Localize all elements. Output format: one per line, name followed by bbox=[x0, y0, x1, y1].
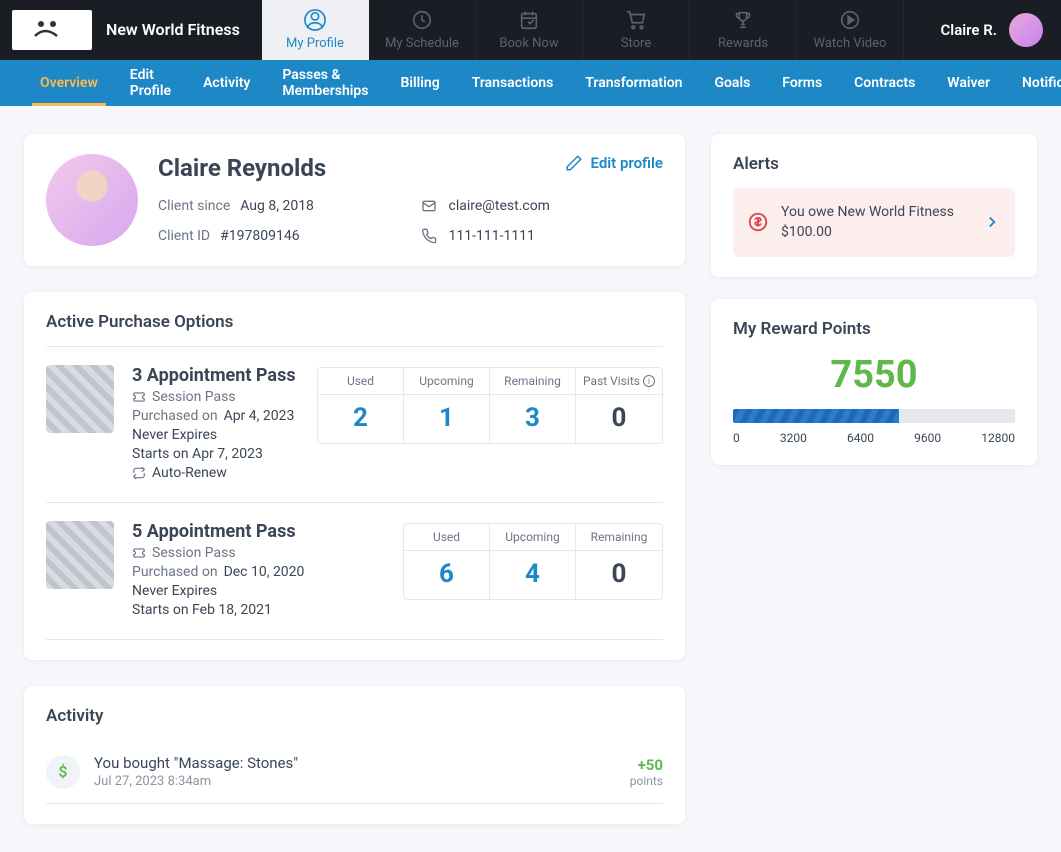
pencil-icon bbox=[565, 154, 583, 172]
rewards-progress-fill bbox=[733, 409, 899, 423]
nav-my-profile[interactable]: My Profile bbox=[262, 0, 369, 60]
passes-card: Active Purchase Options 3 Appointment Pa… bbox=[24, 292, 685, 660]
client-id: Client ID #197809146 bbox=[158, 228, 401, 244]
profile-subnav: OverviewEdit ProfileActivityPasses & Mem… bbox=[0, 60, 1061, 106]
brand-logo bbox=[12, 10, 92, 50]
mail-icon bbox=[421, 198, 437, 214]
pass-stats: Used6Upcoming4Remaining0 bbox=[403, 523, 663, 600]
play-icon bbox=[839, 9, 861, 31]
rewards-scale: 032006400960012800 bbox=[733, 431, 1015, 445]
top-navigation: New World Fitness My ProfileMy ScheduleB… bbox=[0, 0, 1061, 60]
main-column: Claire Reynolds Edit profile Client sinc… bbox=[24, 134, 685, 824]
pass-title: 3 Appointment Pass bbox=[132, 365, 299, 386]
nav-book-now[interactable]: Book Now bbox=[476, 0, 583, 60]
tab-transformation[interactable]: Transformation bbox=[573, 60, 694, 106]
client-since: Client since Aug 8, 2018 bbox=[158, 198, 401, 214]
tab-billing[interactable]: Billing bbox=[388, 60, 451, 106]
pass-item: 5 Appointment PassSession PassPurchased … bbox=[46, 502, 663, 640]
tab-transactions[interactable]: Transactions bbox=[460, 60, 566, 106]
rewards-title: My Reward Points bbox=[733, 319, 1015, 339]
pass-title: 5 Appointment Pass bbox=[132, 521, 385, 542]
profile-icon bbox=[304, 9, 326, 31]
pass-stats: Used2Upcoming1Remaining3Past Visits i0 bbox=[317, 367, 663, 444]
user-avatar bbox=[1009, 13, 1043, 47]
dollar-icon: $ bbox=[46, 755, 80, 789]
alert-text: You owe New World Fitness $100.00 bbox=[781, 202, 971, 243]
tab-forms[interactable]: Forms bbox=[770, 60, 834, 106]
info-icon: i bbox=[643, 375, 655, 387]
chevron-right-icon bbox=[983, 213, 1001, 231]
tab-passes-memberships[interactable]: Passes & Memberships bbox=[270, 60, 380, 106]
user-menu[interactable]: Claire R. bbox=[922, 0, 1061, 60]
rewards-progress bbox=[733, 409, 1015, 423]
clock-icon bbox=[411, 9, 433, 31]
profile-name: Claire Reynolds bbox=[158, 154, 326, 182]
nav-watch-video[interactable]: Watch Video bbox=[797, 0, 904, 60]
activity-title: Activity bbox=[46, 706, 663, 726]
activity-item: $You bought "Massage: Stones"Jul 27, 202… bbox=[46, 740, 663, 804]
tab-edit-profile[interactable]: Edit Profile bbox=[118, 60, 183, 106]
client-email: claire@test.com bbox=[421, 198, 664, 214]
tab-contracts[interactable]: Contracts bbox=[842, 60, 927, 106]
side-column: Alerts You owe New World Fitness $100.00… bbox=[711, 134, 1037, 465]
alerts-card: Alerts You owe New World Fitness $100.00 bbox=[711, 134, 1037, 277]
nav-my-schedule[interactable]: My Schedule bbox=[369, 0, 476, 60]
tab-goals[interactable]: Goals bbox=[702, 60, 762, 106]
nav-rewards[interactable]: Rewards bbox=[690, 0, 797, 60]
alert-item[interactable]: You owe New World Fitness $100.00 bbox=[733, 188, 1015, 257]
ticket-icon bbox=[132, 390, 146, 404]
passes-title: Active Purchase Options bbox=[46, 312, 663, 332]
nav-store[interactable]: Store bbox=[583, 0, 690, 60]
alerts-title: Alerts bbox=[733, 154, 1015, 174]
tab-notifications[interactable]: Notifications bbox=[1010, 60, 1061, 106]
phone-icon bbox=[421, 228, 437, 244]
trophy-icon bbox=[732, 9, 754, 31]
tab-waiver[interactable]: Waiver bbox=[935, 60, 1002, 106]
tab-overview[interactable]: Overview bbox=[28, 60, 110, 106]
tab-activity[interactable]: Activity bbox=[191, 60, 262, 106]
content: Claire Reynolds Edit profile Client sinc… bbox=[0, 106, 1061, 852]
rewards-card: My Reward Points 7550 032006400960012800 bbox=[711, 299, 1037, 465]
profile-info: Claire Reynolds Edit profile Client sinc… bbox=[158, 154, 663, 246]
pass-thumbnail bbox=[46, 365, 114, 433]
repeat-icon bbox=[132, 466, 146, 480]
edit-profile-link[interactable]: Edit profile bbox=[565, 154, 663, 172]
dollar-circle-icon bbox=[747, 211, 769, 233]
pass-item: 3 Appointment PassSession PassPurchased … bbox=[46, 346, 663, 502]
profile-card: Claire Reynolds Edit profile Client sinc… bbox=[24, 134, 685, 266]
cart-icon bbox=[625, 9, 647, 31]
ticket-icon bbox=[132, 546, 146, 560]
activity-card: Activity $You bought "Massage: Stones"Ju… bbox=[24, 686, 685, 824]
pass-thumbnail bbox=[46, 521, 114, 589]
nav-items: My ProfileMy ScheduleBook NowStoreReward… bbox=[262, 0, 922, 60]
rewards-value: 7550 bbox=[733, 353, 1015, 397]
profile-avatar bbox=[46, 154, 138, 246]
user-display-name: Claire R. bbox=[940, 21, 997, 39]
brand-block: New World Fitness bbox=[0, 0, 262, 60]
calendar-icon bbox=[518, 9, 540, 31]
brand-name: New World Fitness bbox=[106, 20, 240, 41]
client-phone: 111-111-1111 bbox=[421, 228, 664, 244]
